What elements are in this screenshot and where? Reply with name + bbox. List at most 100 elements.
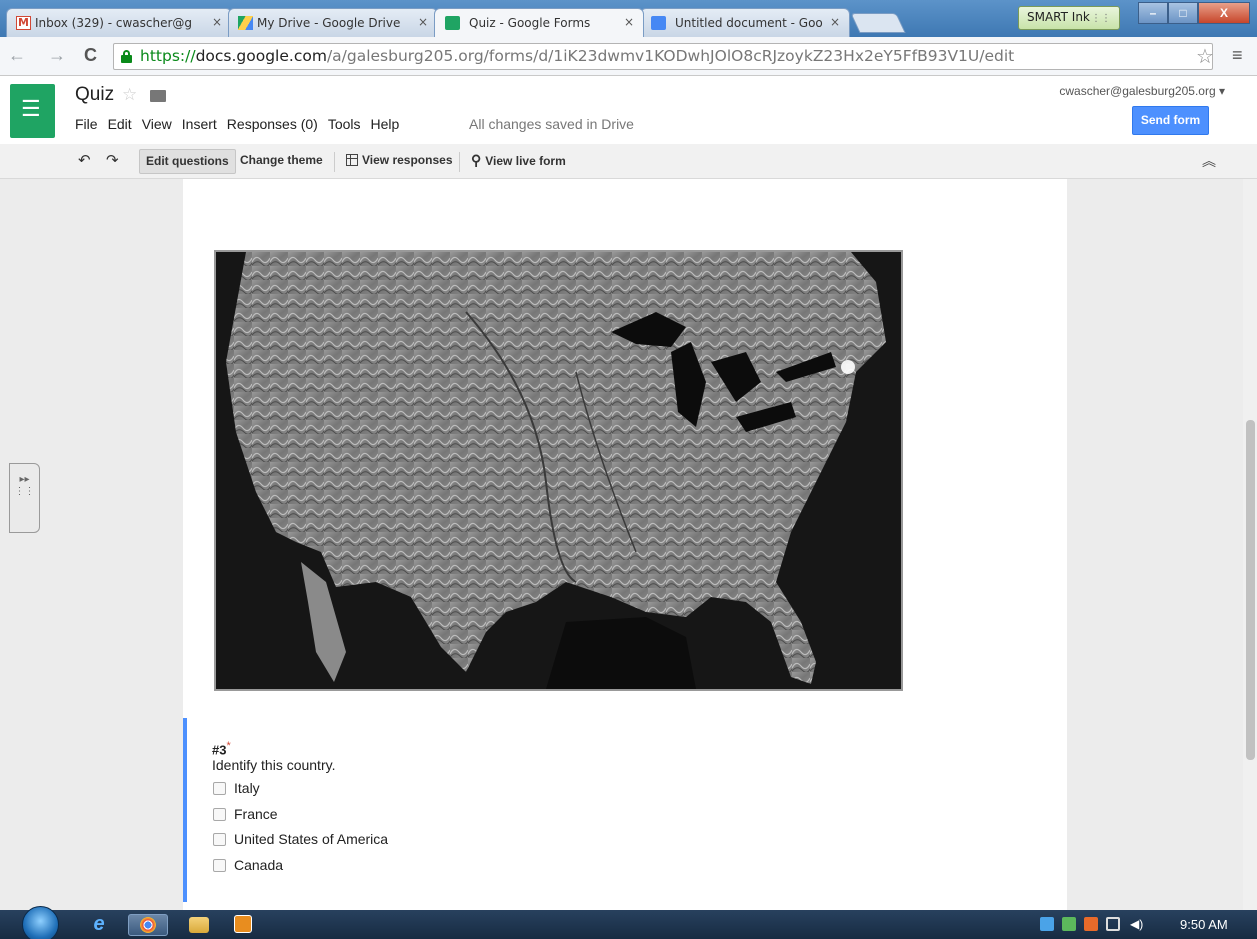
document-title[interactable]: Quiz	[75, 84, 114, 106]
view-responses-button[interactable]: View responses	[340, 149, 459, 174]
forms-header: ☰ Quiz ☆ File Edit View Insert Responses…	[0, 76, 1257, 144]
url-path: /a/galesburg205.org/forms/d/1iK23dwmv1KO…	[326, 47, 1015, 65]
tray-smart-icon[interactable]	[1062, 917, 1076, 931]
menu-view[interactable]: View	[142, 116, 172, 132]
option-label: France	[234, 806, 278, 822]
question-prompt[interactable]: Identify this country.	[212, 757, 335, 773]
tab-label: Untitled document - Goo	[675, 16, 823, 30]
question-number[interactable]: #3*	[212, 740, 231, 757]
tab-label: Quiz - Google Forms	[469, 16, 591, 30]
change-theme-button[interactable]: Change theme	[234, 149, 329, 174]
required-marker: *	[226, 740, 231, 752]
tab-quiz-forms[interactable]: Quiz - Google Forms ×	[434, 8, 644, 37]
option-label: Italy	[234, 780, 260, 796]
option-france[interactable]: France	[213, 806, 278, 822]
option-canada[interactable]: Canada	[213, 857, 283, 873]
bookmark-star-icon[interactable]: ☆	[1196, 44, 1214, 69]
menu-tools[interactable]: Tools	[328, 116, 361, 132]
browser-tab-strip: M Inbox (329) - cwascher@g × My Drive - …	[0, 0, 1257, 37]
star-icon[interactable]: ☆	[122, 85, 137, 105]
tab-google-drive[interactable]: My Drive - Google Drive ×	[228, 8, 438, 37]
window-controls: – □ X	[1138, 2, 1254, 26]
lock-icon	[121, 50, 132, 63]
us-map-image	[214, 250, 903, 691]
edit-toolbar: ↶ ↷ Edit questions Change theme View res…	[0, 144, 1257, 179]
checkbox[interactable]	[213, 807, 226, 821]
windows-taskbar: e ◀) 9:50 AM	[0, 906, 1257, 939]
account-email: cwascher@galesburg205.org	[1059, 84, 1216, 98]
checkbox[interactable]	[213, 832, 226, 846]
send-form-button[interactable]: Send form	[1132, 106, 1209, 135]
maximize-button[interactable]: □	[1168, 2, 1198, 24]
forward-icon[interactable]: →	[48, 45, 66, 66]
url-scheme: https://	[140, 47, 196, 65]
volume-icon[interactable]: ◀)	[1130, 917, 1144, 931]
close-icon[interactable]: ×	[212, 15, 222, 29]
smart-side-handle[interactable]: ▸▸ ⋮⋮	[9, 463, 40, 533]
scrollbar-thumb[interactable]	[1246, 420, 1255, 760]
close-icon[interactable]: ×	[418, 15, 428, 29]
option-italy[interactable]: Italy	[213, 780, 260, 796]
menu-help[interactable]: Help	[371, 116, 400, 132]
reload-icon[interactable]: C	[84, 45, 97, 66]
link-icon: ⚲	[471, 152, 482, 168]
menu-bar: File Edit View Insert Responses (0) Tool…	[75, 116, 409, 132]
option-label: United States of America	[234, 831, 389, 847]
network-icon[interactable]	[1106, 917, 1120, 931]
edit-questions-button[interactable]: Edit questions	[139, 149, 236, 174]
close-icon[interactable]: ×	[830, 15, 840, 29]
us-map-graphic	[216, 252, 901, 689]
menu-responses[interactable]: Responses (0)	[227, 116, 318, 132]
redo-icon[interactable]: ↷	[100, 149, 125, 174]
docs-icon	[651, 16, 666, 30]
tray-app-icon[interactable]	[1040, 917, 1054, 931]
question-number-text: #3	[212, 742, 227, 758]
checkbox[interactable]	[213, 858, 226, 872]
file-explorer-icon[interactable]	[189, 917, 209, 933]
chrome-menu-icon[interactable]: ≡	[1232, 45, 1243, 66]
back-icon[interactable]: ←	[8, 45, 26, 66]
tray-update-icon[interactable]	[1084, 917, 1098, 931]
view-responses-label: View responses	[362, 153, 453, 167]
menu-edit[interactable]: Edit	[108, 116, 132, 132]
forms-icon	[445, 16, 460, 30]
internet-explorer-icon[interactable]: e	[88, 914, 110, 936]
tab-label: My Drive - Google Drive	[257, 16, 401, 30]
gmail-icon: M	[16, 16, 31, 30]
option-label: Canada	[234, 857, 284, 873]
checkbox[interactable]	[213, 781, 226, 795]
address-bar: ← → C https://docs.google.com/a/galesbur…	[0, 37, 1257, 76]
forms-home-icon[interactable]: ☰	[10, 84, 55, 138]
close-window-button[interactable]: X	[1198, 2, 1250, 24]
tab-label: Inbox (329) - cwascher@g	[35, 16, 193, 30]
start-button[interactable]	[22, 906, 59, 939]
tab-gmail-inbox[interactable]: M Inbox (329) - cwascher@g ×	[6, 8, 232, 37]
chrome-taskbar-icon[interactable]	[128, 914, 168, 936]
view-live-form-label: View live form	[485, 154, 566, 168]
option-usa[interactable]: United States of America	[213, 831, 388, 847]
smart-ink-button[interactable]: SMART Ink ⋮⋮	[1018, 6, 1120, 30]
table-icon	[346, 154, 358, 166]
question-accent-bar	[183, 718, 187, 902]
url-host: docs.google.com	[195, 47, 327, 65]
account-switcher[interactable]: cwascher@galesburg205.org ▾	[1059, 84, 1225, 98]
toolbar-divider	[334, 152, 335, 172]
smart-ink-label: SMART Ink	[1027, 10, 1090, 24]
minimize-button[interactable]: –	[1138, 2, 1168, 24]
new-tab-button[interactable]	[850, 13, 906, 33]
menu-file[interactable]: File	[75, 116, 98, 132]
view-live-form-button[interactable]: ⚲ View live form	[465, 149, 572, 174]
url-field[interactable]: https://docs.google.com/a/galesburg205.o…	[113, 43, 1213, 70]
collapse-icon[interactable]: ︽	[1202, 151, 1216, 171]
system-clock[interactable]: 9:50 AM	[1180, 917, 1228, 932]
toolbar-divider	[459, 152, 460, 172]
undo-icon[interactable]: ↶	[72, 149, 97, 174]
drive-icon	[238, 16, 253, 30]
tab-untitled-document[interactable]: Untitled document - Goo ×	[640, 8, 850, 37]
grid-icon: ⋮⋮	[1091, 13, 1111, 24]
outlook-icon[interactable]	[234, 915, 252, 933]
menu-insert[interactable]: Insert	[182, 116, 217, 132]
close-icon[interactable]: ×	[624, 15, 634, 29]
save-status[interactable]: All changes saved in Drive	[469, 116, 634, 132]
folder-icon[interactable]	[150, 90, 166, 102]
